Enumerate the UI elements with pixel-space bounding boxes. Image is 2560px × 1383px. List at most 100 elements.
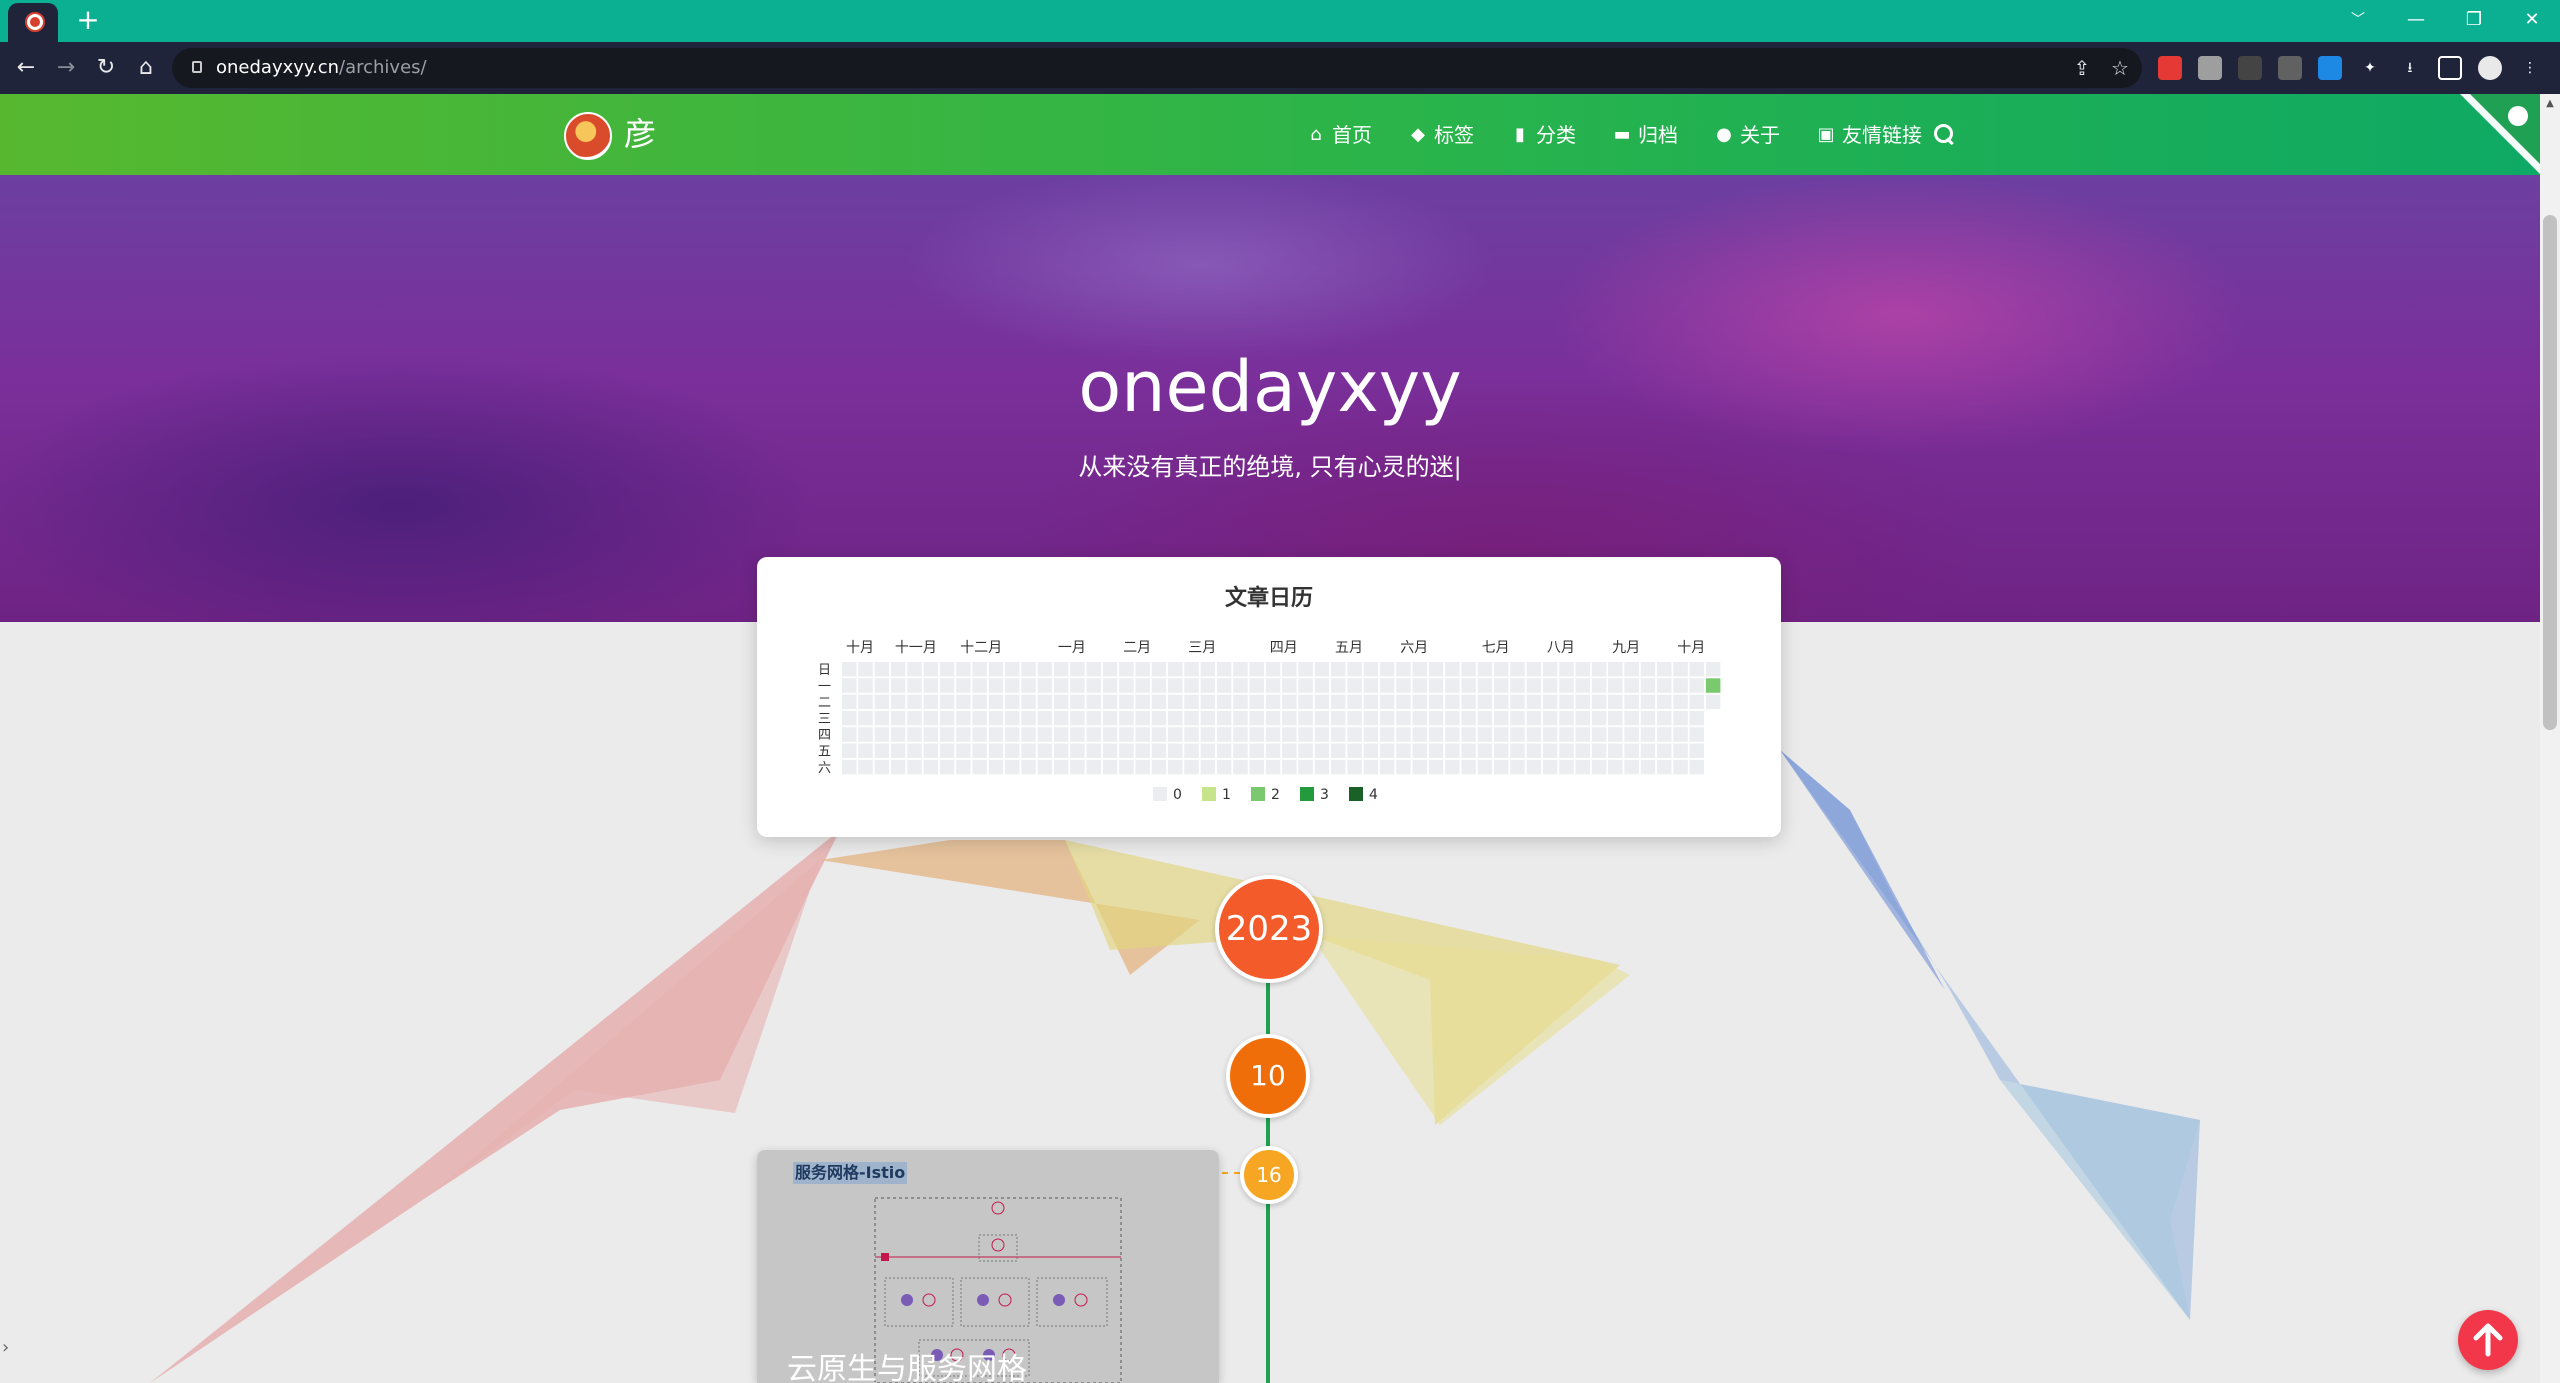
calendar-day-cell: [1494, 727, 1509, 742]
restore-button[interactable]: ❐: [2454, 6, 2494, 34]
calendar-day-cell: [1542, 710, 1558, 726]
calendar-day-cell: [1591, 694, 1607, 710]
post-cover-tag: 服务网格-Istio: [793, 1162, 908, 1184]
forward-arrow-icon[interactable]: →: [50, 52, 82, 84]
profile-icon[interactable]: [2478, 56, 2502, 80]
calendar-day-cell: [842, 662, 857, 677]
calendar-day-cell: [1282, 678, 1297, 693]
downloads-icon[interactable]: ⭳: [2398, 56, 2422, 80]
calendar-day-cell: [1510, 678, 1525, 693]
calendar-day-cell: [1705, 662, 1721, 677]
calendar-day-cell: [1461, 694, 1476, 710]
calendar-day-cell: [1184, 678, 1199, 693]
calendar-day-cell: [1526, 694, 1542, 710]
browser-menu-icon[interactable]: ⋮: [2518, 56, 2542, 80]
calendar-day-cell: [1282, 727, 1297, 742]
minimize-button[interactable]: —: [2396, 6, 2436, 34]
home-icon[interactable]: ⌂: [130, 52, 162, 84]
browser-tab-bar: + ﹀ — ❐ ✕: [0, 0, 2560, 42]
calendar-day-cell: [988, 694, 1004, 710]
calendar-day-cell: [1705, 694, 1721, 710]
site-logo-icon[interactable]: [564, 112, 612, 160]
extensions-puzzle-icon[interactable]: ✦: [2358, 56, 2382, 80]
back-to-top-button[interactable]: [2458, 1310, 2518, 1370]
calendar-day-cell: [858, 743, 873, 758]
calendar-day-cell: [1265, 743, 1281, 758]
menu-item-categories[interactable]: ▮ 分类: [1510, 120, 1576, 150]
site-logo-text[interactable]: 彦: [624, 114, 656, 154]
browser-tab[interactable]: [8, 3, 58, 42]
post-card[interactable]: 服务网格-Istio 云原生与服务网格: [757, 1150, 1219, 1383]
calendar-day-cell: [1559, 694, 1574, 710]
calendar-day-cell: [1037, 743, 1053, 758]
calendar-day-cell: [874, 743, 890, 758]
calendar-day-cell: [1005, 759, 1020, 775]
calendar-day-cell: [1428, 759, 1444, 775]
calendar-day-cell: [1363, 727, 1379, 742]
address-bar[interactable]: onedayxyy.cn/archives/ ⇪ ☆: [172, 48, 2142, 88]
calendar-day-cell: [1624, 662, 1639, 677]
menu-item-tags[interactable]: ◆ 标签: [1408, 120, 1474, 150]
post-title[interactable]: 云原生与服务网格: [787, 1350, 1027, 1383]
calendar-day-cell: [1526, 710, 1542, 726]
extension-camera-icon[interactable]: [2278, 56, 2302, 80]
side-panel-icon[interactable]: [2438, 56, 2462, 80]
menu-item-friend-links[interactable]: ▣ 友情链接: [1816, 120, 1922, 150]
calendar-day-cell: [1689, 727, 1705, 742]
calendar-day-cell: [1657, 662, 1672, 677]
calendar-day-cell: [1591, 662, 1607, 677]
calendar-day-cell: [1102, 710, 1118, 726]
calendar-day-cell: [1412, 710, 1427, 726]
bookmark-star-icon[interactable]: ☆: [2108, 56, 2132, 80]
search-icon[interactable]: [1932, 122, 1956, 146]
timeline-month-node[interactable]: 10: [1226, 1034, 1310, 1118]
reload-icon[interactable]: ↻: [90, 52, 122, 84]
calendar-weekday-label: 三: [818, 712, 831, 727]
scrollbar-thumb[interactable]: [2543, 215, 2557, 730]
extension-red-icon[interactable]: [2158, 56, 2182, 80]
calendar-day-cell: [923, 743, 938, 758]
side-panel-toggle-icon[interactable]: ›: [2, 1336, 18, 1360]
menu-item-archives[interactable]: ▬ 归档: [1612, 120, 1678, 150]
main-menu: ⌂ 首页 ◆ 标签 ▮ 分类 ▬ 归档 ● 关于 ▣ 友情链接: [1306, 120, 1922, 150]
calendar-day-cell: [1461, 678, 1476, 693]
calendar-day-cell: [1445, 759, 1460, 775]
scroll-up-arrow-icon[interactable]: ▲: [2543, 98, 2557, 112]
timeline-year-node[interactable]: 2023: [1215, 875, 1323, 983]
calendar-day-cell: [1559, 710, 1574, 726]
calendar-day-cell: [1086, 727, 1101, 742]
github-corner-icon[interactable]: [2460, 94, 2540, 174]
back-arrow-icon[interactable]: ←: [10, 52, 42, 84]
calendar-day-cell: [1396, 727, 1411, 742]
calendar-day-cell: [1673, 727, 1688, 742]
calendar-day-cell: [1184, 694, 1199, 710]
calendar-day-cell: [890, 710, 906, 726]
close-window-button[interactable]: ✕: [2512, 6, 2552, 34]
calendar-day-cell: [956, 678, 971, 693]
calendar-day-cell: [1640, 662, 1656, 677]
calendar-day-cell: [1624, 727, 1639, 742]
new-tab-button[interactable]: +: [72, 4, 104, 36]
calendar-day-cell: [1021, 678, 1036, 693]
extension-blue-icon[interactable]: [2318, 56, 2342, 80]
calendar-day-cell: [1412, 694, 1427, 710]
extension-chart-icon[interactable]: [2238, 56, 2262, 80]
timeline-day-node[interactable]: 16: [1240, 1146, 1298, 1204]
calendar-day-cell: [1233, 759, 1248, 775]
share-icon[interactable]: ⇪: [2070, 56, 2094, 80]
calendar-day-cell: [972, 759, 987, 775]
calendar-day-cell: [1363, 662, 1379, 677]
calendar-day-cell: [1168, 743, 1183, 758]
calendar-day-cell: [1216, 710, 1232, 726]
calendar-day-cell: [890, 743, 906, 758]
calendar-day-cell: [907, 743, 922, 758]
extension-dark-icon[interactable]: [2198, 56, 2222, 80]
calendar-day-cell: [1575, 727, 1590, 742]
calendar-day-cell: [1347, 727, 1362, 742]
calendar-day-cell: [1510, 694, 1525, 710]
tab-search-button[interactable]: ﹀: [2338, 6, 2378, 34]
calendar-day-cell: [1135, 759, 1150, 775]
calendar-day-cell: [1379, 759, 1395, 775]
menu-item-home[interactable]: ⌂ 首页: [1306, 120, 1372, 150]
menu-item-about[interactable]: ● 关于: [1714, 120, 1780, 150]
